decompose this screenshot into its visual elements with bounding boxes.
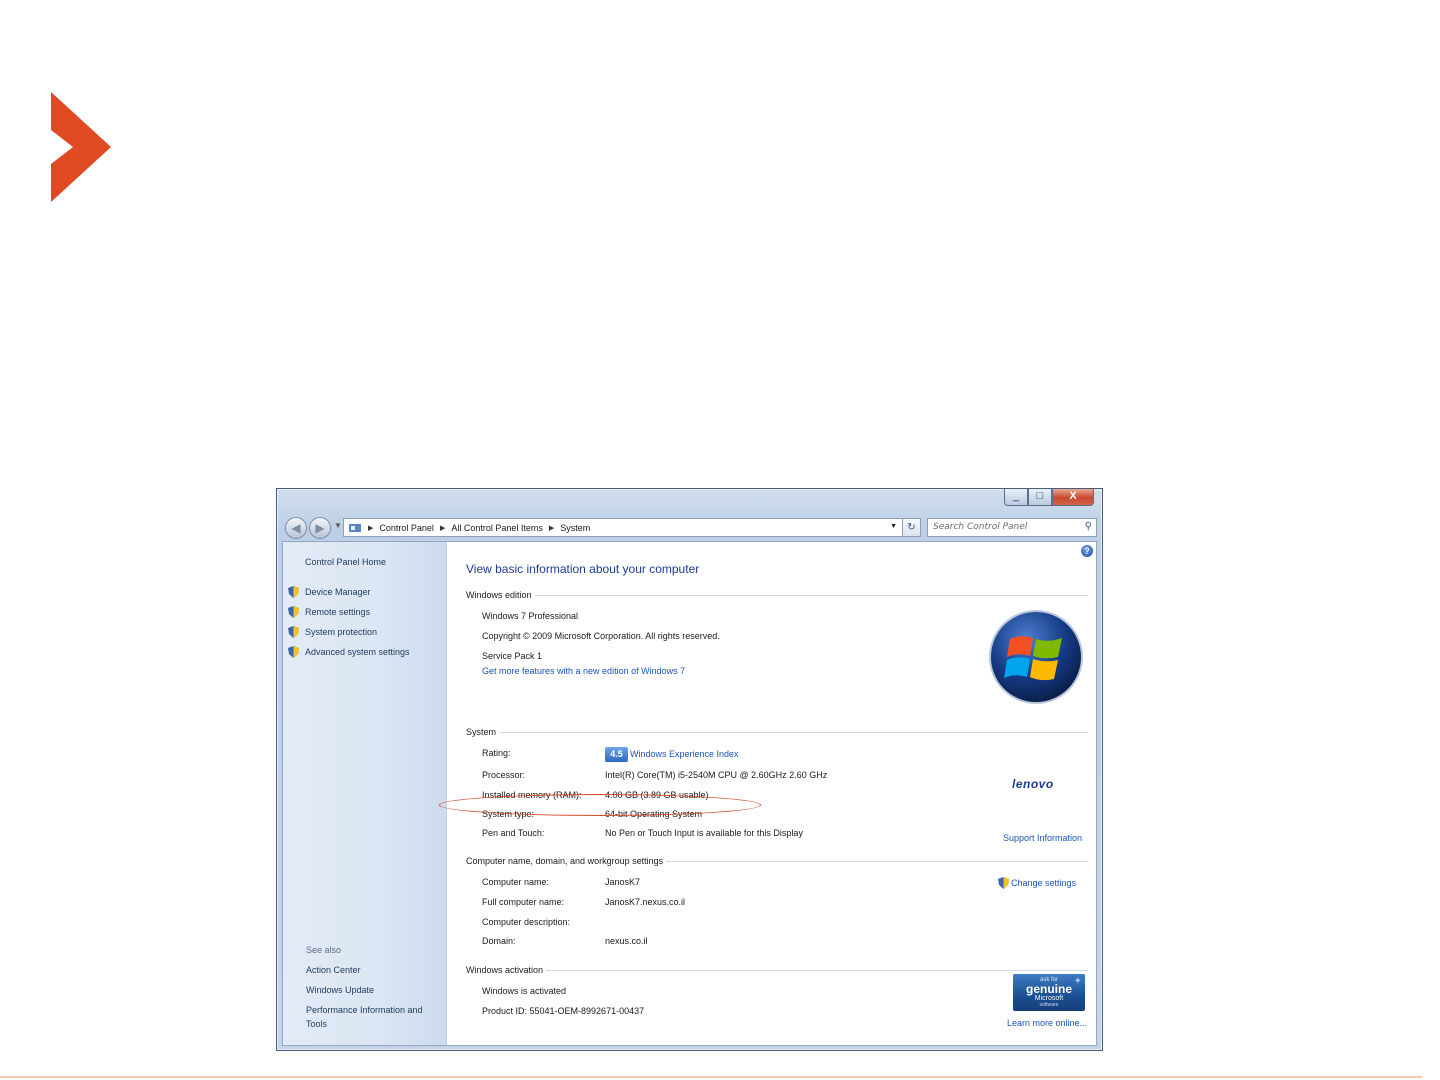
shield-icon	[288, 606, 299, 618]
refresh-button[interactable]: ↻	[903, 518, 921, 537]
full-name-value: JanosK7.nexus.co.il	[605, 897, 686, 907]
windows-edition-heading: Windows edition	[466, 590, 1088, 600]
genuine-star-icon: ✦	[1073, 976, 1082, 987]
edition-copyright: Copyright © 2009 Microsoft Corporation. …	[482, 631, 720, 641]
search-icon[interactable]: ⚲	[1085, 521, 1092, 532]
change-settings-link[interactable]: Change settings	[998, 877, 1076, 889]
content-area: Control Panel Home Device Manager Remote…	[282, 541, 1097, 1046]
close-button[interactable]: X	[1052, 489, 1094, 506]
computer-name-label: Computer name:	[482, 877, 550, 887]
task-label: System protection	[305, 627, 378, 637]
breadcrumb-arrow-icon[interactable]: ▶	[368, 524, 373, 532]
address-dropdown-icon[interactable]: ▼	[890, 523, 897, 530]
see-also-performance-tools[interactable]: Tools	[306, 1019, 327, 1029]
brand-chevron-logo	[51, 92, 111, 202]
forward-button[interactable]: ▶	[309, 517, 331, 539]
upgrade-edition-link[interactable]: Get more features with a new edition of …	[482, 666, 685, 676]
breadcrumb-arrow-icon[interactable]: ▶	[549, 524, 554, 532]
task-system-protection[interactable]: System protection	[288, 626, 377, 638]
breadcrumb-control-panel[interactable]: Control Panel	[379, 523, 434, 533]
rating-label: Rating:	[482, 748, 511, 758]
shield-icon	[288, 646, 299, 658]
experience-index-badge[interactable]: 4.5	[605, 747, 628, 762]
control-panel-icon	[349, 523, 361, 532]
main-pane: ? View basic information about your comp…	[439, 542, 1096, 1045]
task-device-manager[interactable]: Device Manager	[288, 586, 371, 598]
search-input[interactable]: Search Control Panel ⚲	[927, 518, 1097, 537]
shield-icon	[288, 626, 299, 638]
shield-icon	[288, 586, 299, 598]
task-label: Device Manager	[305, 587, 371, 597]
computer-name-value: JanosK7	[605, 877, 641, 887]
breadcrumb-system[interactable]: System	[560, 523, 590, 533]
pen-touch-label: Pen and Touch:	[482, 828, 545, 838]
pen-touch-value: No Pen or Touch Input is available for t…	[605, 828, 803, 838]
see-also-windows-update[interactable]: Windows Update	[306, 985, 374, 995]
system-window: _ □ X ◀ ▶ ▼ ▶ Control Panel ▶ All Contro…	[276, 488, 1103, 1051]
help-icon[interactable]: ?	[1081, 545, 1093, 557]
activation-heading: Windows activation	[466, 965, 1088, 975]
see-also-performance[interactable]: Performance Information and	[306, 1005, 423, 1015]
task-label: Remote settings	[305, 607, 371, 617]
activation-status: Windows is activated	[482, 986, 567, 996]
processor-label: Processor:	[482, 770, 526, 780]
search-placeholder: Search Control Panel	[933, 522, 1028, 532]
experience-index-link[interactable]: Windows Experience Index	[630, 749, 739, 759]
computer-name-heading: Computer name, domain, and workgroup set…	[466, 856, 1088, 866]
see-also-heading: See also	[306, 945, 342, 955]
system-type-highlight	[439, 794, 761, 816]
change-settings-label: Change settings	[1011, 878, 1077, 888]
domain-value: nexus.co.il	[605, 936, 648, 946]
genuine-software: software	[1039, 1002, 1059, 1008]
processor-value: Intel(R) Core(TM) i5-2540M CPU @ 2.60GHz…	[605, 770, 828, 780]
learn-more-online-link[interactable]: Learn more online...	[1007, 1018, 1087, 1028]
product-id: Product ID: 55041-OEM-8992671-00437	[482, 1006, 645, 1016]
full-name-label: Full computer name:	[482, 897, 565, 907]
support-information-link[interactable]: Support Information	[1003, 833, 1082, 843]
description-label: Computer description:	[482, 917, 571, 927]
see-also-action-center[interactable]: Action Center	[306, 965, 361, 975]
service-pack: Service Pack 1	[482, 651, 543, 661]
maximize-button[interactable]: □	[1028, 489, 1052, 506]
recent-pages-chevron-icon[interactable]: ▼	[334, 521, 342, 530]
breadcrumb-all-items[interactable]: All Control Panel Items	[451, 523, 543, 533]
domain-label: Domain:	[482, 936, 516, 946]
control-panel-home-link[interactable]: Control Panel Home	[305, 557, 386, 567]
windows-logo-icon	[989, 610, 1083, 704]
task-remote-settings[interactable]: Remote settings	[288, 606, 370, 618]
navigation-bar: ◀ ▶ ▼ ▶ Control Panel ▶ All Control Pane…	[277, 515, 1102, 541]
task-advanced-settings[interactable]: Advanced system settings	[288, 646, 410, 658]
shield-icon	[998, 877, 1009, 889]
back-button[interactable]: ◀	[285, 517, 307, 539]
left-task-pane: Control Panel Home Device Manager Remote…	[283, 542, 447, 1045]
genuine-microsoft-badge[interactable]: ✦ ask for genuine Microsoft software	[1013, 974, 1085, 1011]
minimize-button[interactable]: _	[1004, 489, 1028, 506]
oem-logo: lenovo	[1012, 777, 1054, 791]
breadcrumb-arrow-icon[interactable]: ▶	[440, 524, 445, 532]
address-bar[interactable]: ▶ Control Panel ▶ All Control Panel Item…	[343, 518, 903, 537]
page-title: View basic information about your comput…	[466, 562, 700, 576]
task-label: Advanced system settings	[305, 647, 410, 657]
footer-rule	[0, 1076, 1422, 1078]
edition-name: Windows 7 Professional	[482, 611, 579, 621]
caption-buttons: _ □ X	[1004, 489, 1094, 506]
system-heading: System	[466, 727, 1088, 737]
